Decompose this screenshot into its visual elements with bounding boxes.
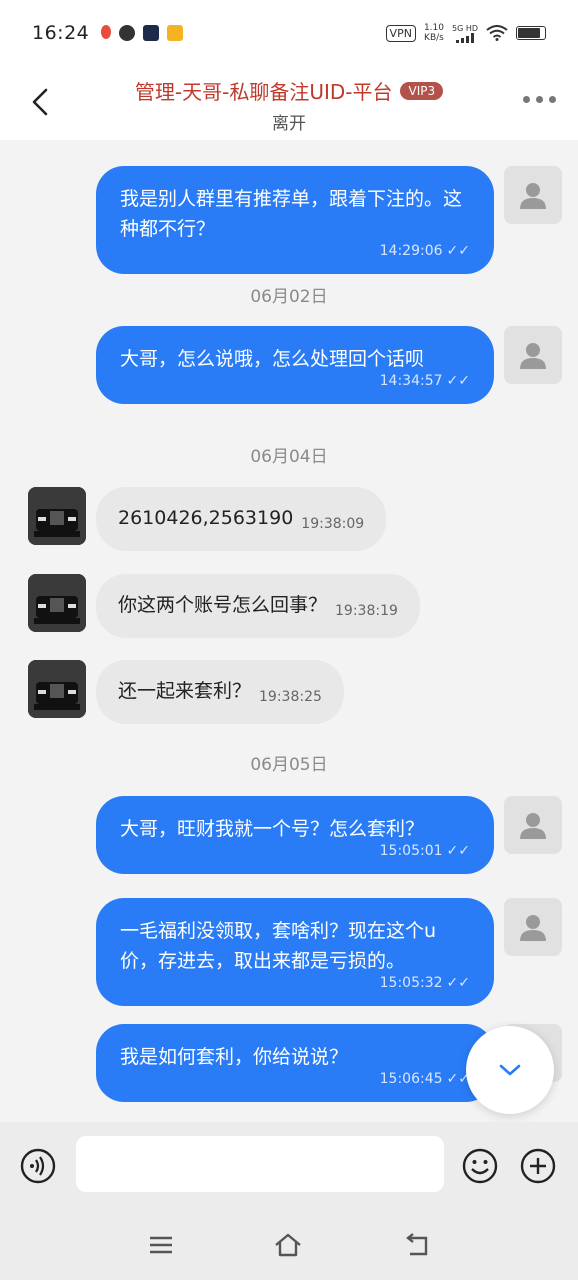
message-time: 19:38:09: [301, 516, 365, 532]
message-time: 15:05:01 ✓✓: [120, 842, 470, 860]
voice-icon: [20, 1148, 56, 1184]
system-nav-bar: [0, 1210, 578, 1280]
contact-avatar[interactable]: [28, 574, 86, 632]
message-text: 你这两个账号怎么回事？: [118, 594, 328, 616]
battery-icon: [516, 26, 546, 40]
menu-icon: [150, 1236, 172, 1254]
message-outgoing[interactable]: 大哥，怎么说哦，怎么处理回个话呗 14:34:57 ✓✓: [96, 326, 494, 404]
more-button[interactable]: [523, 96, 556, 103]
message-time: 14:29:06 ✓✓: [120, 242, 470, 260]
car-avatar-icon: [28, 487, 86, 545]
date-separator: 06月05日: [250, 755, 328, 775]
nav-home-button[interactable]: [273, 1230, 303, 1260]
message-time-text: 14:34:57: [379, 373, 443, 389]
message-text: 一毛福利没领取，套啥利？现在这个u价，存进去，取出来都是亏损的。: [120, 920, 437, 972]
message-text: 大哥，旺财我就一个号？怎么套利？: [120, 818, 425, 840]
message-incoming[interactable]: 还一起来套利？ 19:38:25: [96, 660, 344, 724]
network-type: 5G HD: [451, 23, 478, 33]
default-avatar-icon: [520, 343, 546, 369]
read-check-icon: ✓✓: [446, 843, 470, 859]
back-nav-icon: [406, 1233, 428, 1256]
notification-icons: [101, 25, 184, 41]
contact-avatar[interactable]: [28, 660, 86, 718]
car-avatar-icon: [28, 660, 86, 718]
signal-icon: [455, 32, 474, 43]
message-time-text: 15:06:45: [379, 1071, 443, 1087]
message-time: 14:34:57 ✓✓: [120, 372, 470, 390]
message-text: 我是别人群里有推荐单，跟着下注的。这种都不行？: [120, 188, 463, 240]
nav-back-button[interactable]: [402, 1230, 432, 1260]
chat-area[interactable]: 我是别人群里有推荐单，跟着下注的。这种都不行？ 14:29:06 ✓✓ 06月02…: [0, 140, 578, 1122]
more-icon-dot: [549, 96, 556, 103]
read-check-icon: ✓✓: [446, 243, 470, 259]
chat-title: 管理-天哥-私聊备注UID-平台: [134, 80, 393, 104]
plus-button[interactable]: [520, 1148, 556, 1184]
avatar[interactable]: [504, 898, 562, 956]
date-separator: 06月02日: [250, 287, 328, 307]
message-incoming[interactable]: 你这两个账号怎么回事？ 19:38:19: [96, 574, 420, 638]
car-avatar-icon: [28, 574, 86, 632]
chevron-down-icon: [499, 1064, 521, 1076]
default-avatar-icon: [520, 183, 546, 209]
emoji-icon: [462, 1148, 498, 1184]
message-time: 19:38:25: [259, 689, 322, 705]
message-time: 19:38:19: [335, 603, 398, 619]
message-text: 大哥，怎么说哦，怎么处理回个话呗: [120, 348, 425, 370]
message-outgoing[interactable]: 一毛福利没领取，套啥利？现在这个u价，存进去，取出来都是亏损的。 15:05:3…: [96, 898, 494, 1006]
speed-value: 1.10: [423, 23, 444, 33]
wifi-icon: [486, 25, 508, 41]
signal-group: 5G HD: [452, 24, 478, 43]
message-text: 还一起来套利？: [118, 680, 252, 702]
location-pin-icon: [101, 25, 112, 39]
avatar[interactable]: [504, 326, 562, 384]
message-input[interactable]: [76, 1136, 444, 1192]
vip-badge: VIP3: [400, 81, 444, 100]
title-line: 管理-天哥-私聊备注UID-平台 VIP3: [134, 76, 444, 105]
message-incoming[interactable]: 2610426,2563190 19:38:09: [96, 487, 387, 551]
avatar[interactable]: [504, 166, 562, 224]
read-check-icon: ✓✓: [446, 373, 470, 389]
status-bar: 16:24 VPN 1.10 KB/s 5G HD: [0, 0, 578, 66]
message-time-text: 14:29:06: [379, 243, 443, 259]
default-avatar-icon: [520, 915, 546, 941]
more-icon: [523, 96, 530, 103]
contact-avatar[interactable]: [28, 487, 86, 545]
network-speed: 1.10 KB/s: [424, 23, 444, 43]
message-outgoing[interactable]: 大哥，旺财我就一个号？怎么套利？ 15:05:01 ✓✓: [96, 796, 494, 874]
message-time-text: 15:05:32: [379, 975, 443, 991]
header-title-wrap: 管理-天哥-私聊备注UID-平台 VIP3 离开: [0, 76, 578, 134]
app-icon: [119, 25, 136, 41]
date-separator: 06月04日: [250, 447, 328, 467]
message-text: 2610426,2563190: [118, 507, 294, 529]
nav-menu-button[interactable]: [146, 1230, 176, 1260]
message-outgoing[interactable]: 我是如何套利，你给说说？ 15:06:45 ✓✓: [96, 1024, 494, 1102]
speed-unit: KB/s: [424, 33, 444, 43]
more-icon-dot: [536, 96, 543, 103]
read-check-icon: ✓✓: [446, 975, 470, 991]
default-avatar-icon: [520, 813, 546, 839]
status-right: VPN 1.10 KB/s 5G HD: [385, 23, 546, 43]
chat-header: 管理-天哥-私聊备注UID-平台 VIP3 离开: [0, 66, 578, 140]
input-bar: [0, 1122, 578, 1210]
message-time: 15:05:32 ✓✓: [120, 974, 470, 992]
message-text: 我是如何套利，你给说说？: [120, 1046, 349, 1068]
home-icon: [275, 1233, 301, 1257]
scroll-to-bottom-button[interactable]: [466, 1026, 554, 1114]
video-app-icon: [167, 25, 184, 41]
voice-button[interactable]: [20, 1148, 56, 1184]
plus-icon: [520, 1148, 556, 1184]
emoji-button[interactable]: [462, 1148, 498, 1184]
status-time: 16:24: [32, 22, 90, 44]
play-app-icon: [143, 25, 160, 41]
avatar[interactable]: [504, 796, 562, 854]
vpn-indicator: VPN: [385, 24, 416, 42]
message-time: 15:06:45 ✓✓: [120, 1070, 470, 1088]
message-outgoing[interactable]: 我是别人群里有推荐单，跟着下注的。这种都不行？ 14:29:06 ✓✓: [96, 166, 494, 274]
chat-status: 离开: [272, 114, 306, 134]
message-time-text: 15:05:01: [379, 843, 443, 859]
